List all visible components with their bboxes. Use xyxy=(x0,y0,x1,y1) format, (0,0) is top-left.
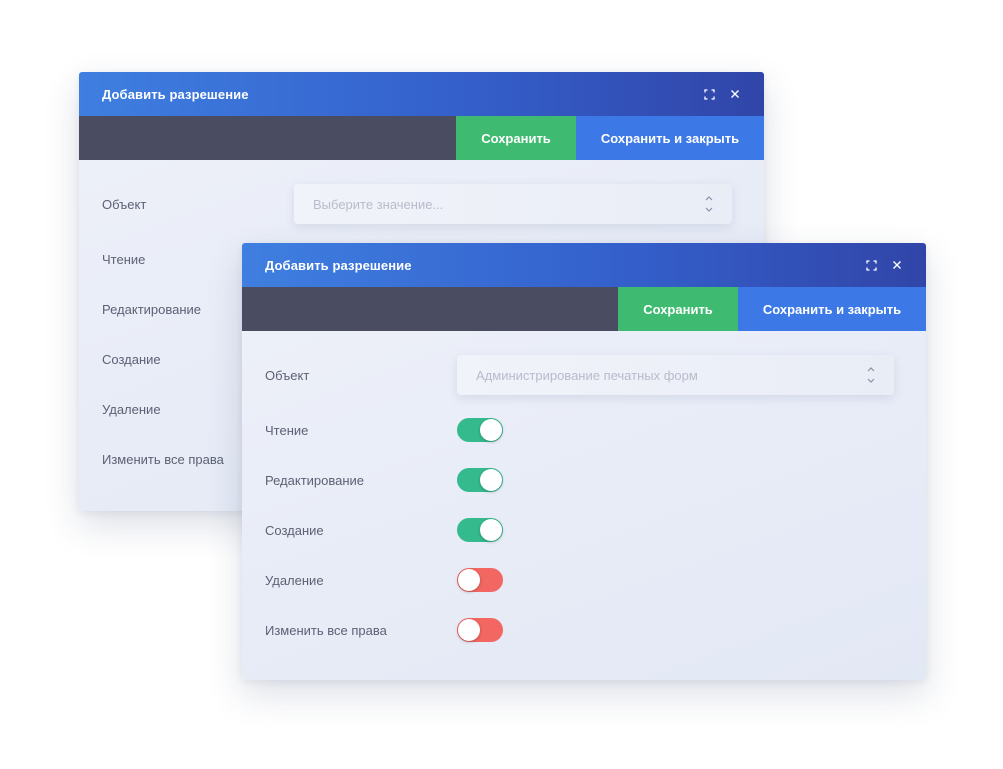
permission-row-delete: Удаление xyxy=(265,555,894,605)
back-save-close-button[interactable]: Сохранить и закрыть xyxy=(576,116,764,160)
front-object-value: Администрирование печатных форм xyxy=(476,367,698,383)
stage: Добавить разрешение Сохранить Сохранить … xyxy=(0,0,1003,769)
front-dialog-titlebar: Добавить разрешение xyxy=(242,243,926,287)
chevron-up-down-icon xyxy=(705,196,713,212)
permission-label-create: Создание xyxy=(265,522,324,538)
toggle-knob xyxy=(480,519,502,541)
toggle-all-rights[interactable] xyxy=(457,618,503,642)
permission-row-edit: Редактирование xyxy=(265,455,894,505)
toggle-edit[interactable] xyxy=(457,468,503,492)
permission-row-all-rights: Изменить все права xyxy=(265,605,894,655)
toggle-knob xyxy=(480,419,502,441)
permission-label-read: Чтение xyxy=(265,422,309,438)
toggle-delete[interactable] xyxy=(457,568,503,592)
chevron-up-down-icon xyxy=(867,367,875,383)
toggle-knob xyxy=(458,569,480,591)
front-dialog-toolbar: Сохранить Сохранить и закрыть xyxy=(242,287,926,331)
toggle-knob xyxy=(480,469,502,491)
permission-label-delete: Удаление xyxy=(265,572,324,588)
toggle-knob xyxy=(458,619,480,641)
permission-row-create: Создание xyxy=(265,505,894,555)
front-dialog-form: Объект Администрирование печатных форм Ч… xyxy=(242,331,926,655)
front-save-button[interactable]: Сохранить xyxy=(618,287,738,331)
toggle-create[interactable] xyxy=(457,518,503,542)
back-close-icon[interactable] xyxy=(728,87,742,101)
permission-label-edit: Редактирование xyxy=(265,472,365,488)
front-maximize-icon[interactable] xyxy=(864,258,878,272)
front-object-label: Объект xyxy=(265,367,310,383)
back-save-button[interactable]: Сохранить xyxy=(456,116,576,160)
back-dialog-toolbar: Сохранить Сохранить и закрыть xyxy=(79,116,764,160)
back-maximize-icon[interactable] xyxy=(702,87,716,101)
back-object-placeholder: Выберите значение... xyxy=(313,196,444,212)
permission-row-read: Чтение xyxy=(265,405,894,455)
front-object-select[interactable]: Администрирование печатных форм xyxy=(457,355,894,395)
back-object-select[interactable]: Выберите значение... xyxy=(294,184,732,224)
front-close-icon[interactable] xyxy=(890,258,904,272)
front-dialog-title: Добавить разрешение xyxy=(265,257,412,273)
permission-label-all-rights: Изменить все права xyxy=(265,622,387,638)
back-dialog-title: Добавить разрешение xyxy=(102,86,249,102)
back-object-row: Объект Выберите значение... xyxy=(102,184,732,224)
front-object-row: Объект Администрирование печатных форм xyxy=(265,355,894,395)
front-dialog: Добавить разрешение Сохранить Сохранить … xyxy=(242,243,926,680)
back-object-label: Объект xyxy=(102,196,147,212)
front-save-close-button[interactable]: Сохранить и закрыть xyxy=(738,287,926,331)
back-dialog-titlebar: Добавить разрешение xyxy=(79,72,764,116)
toggle-read[interactable] xyxy=(457,418,503,442)
